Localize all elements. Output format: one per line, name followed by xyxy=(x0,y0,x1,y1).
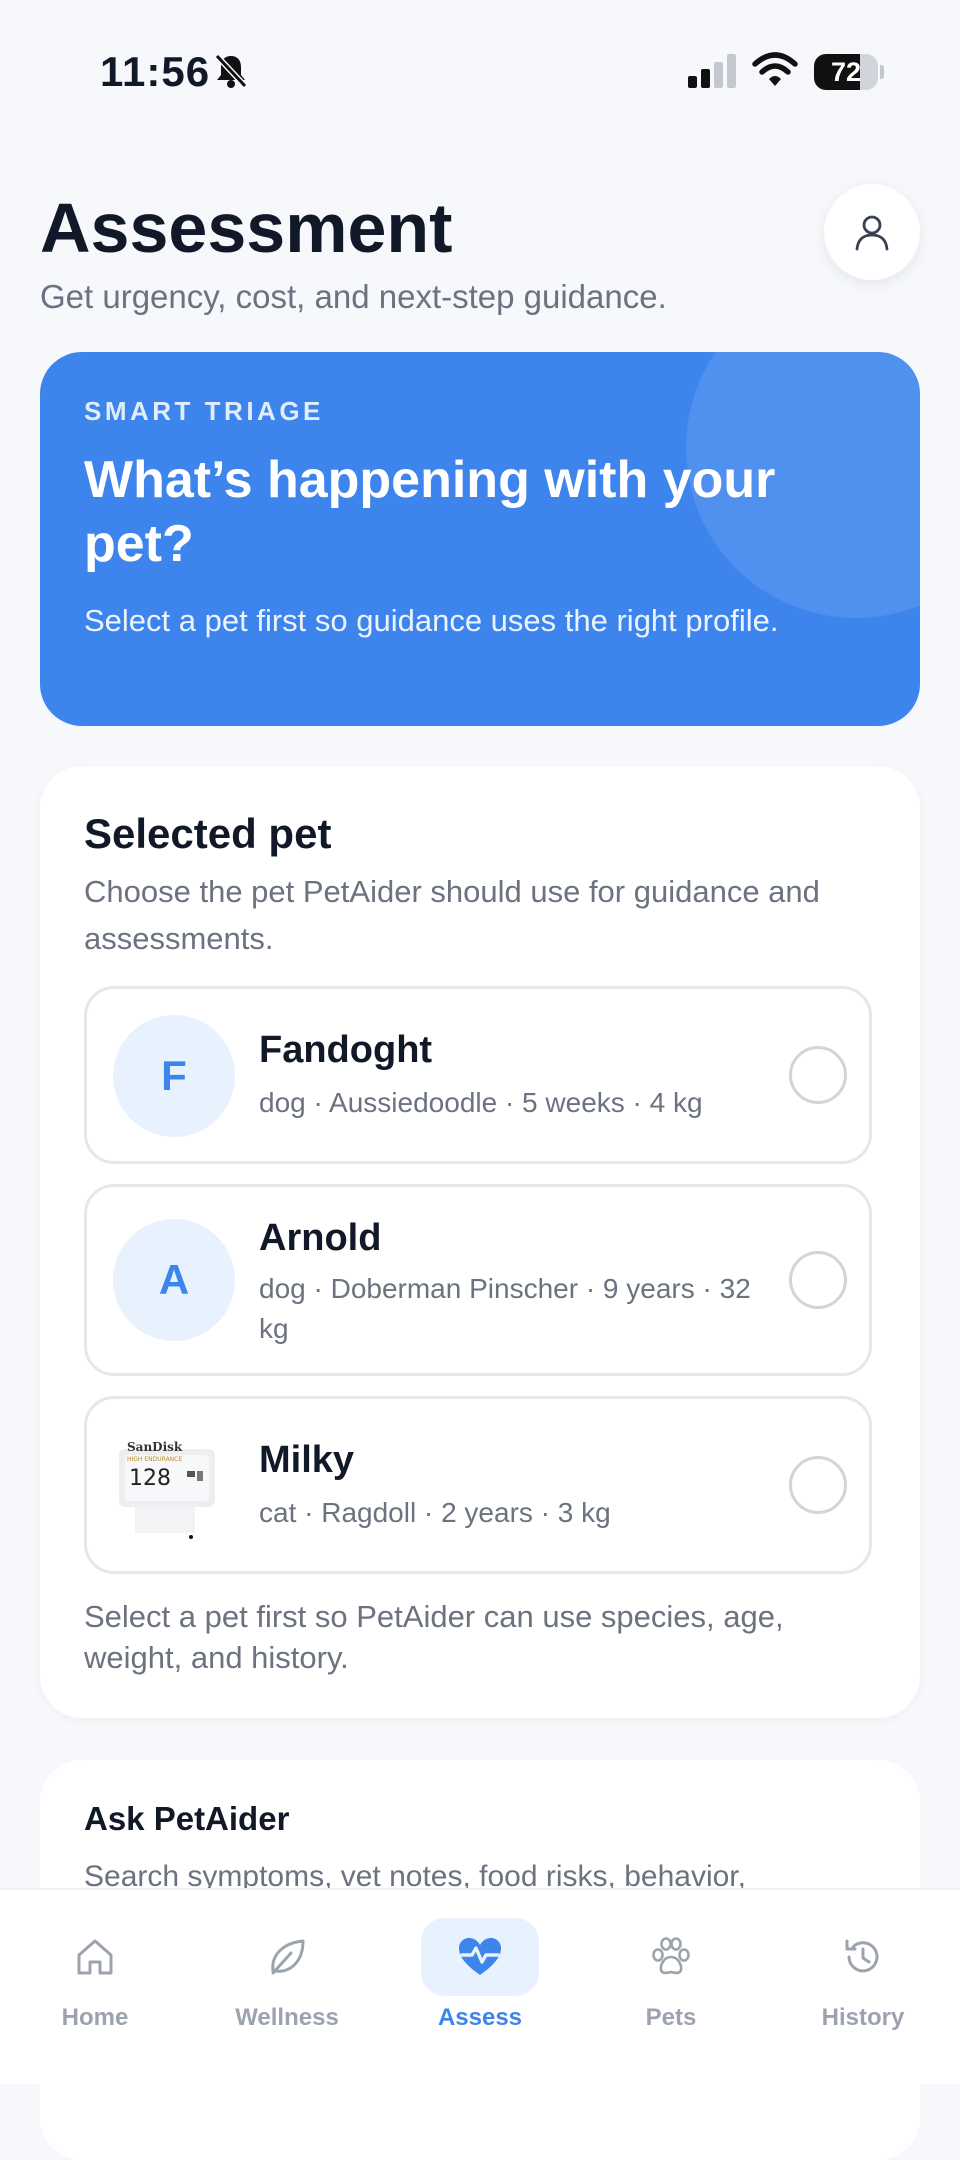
tab-label: Pets xyxy=(645,2004,697,2031)
pet-radio[interactable] xyxy=(789,1046,847,1104)
tab-history[interactable]: History xyxy=(783,1918,943,2032)
profile-button[interactable] xyxy=(824,184,920,280)
status-bar: 11:56 72 xyxy=(0,0,960,140)
battery-level: 72 xyxy=(830,57,862,87)
pet-avatar: F xyxy=(113,1015,235,1137)
pet-name: Fandoght xyxy=(259,1029,433,1071)
pet-meta: dog · Doberman Pinscher · 9 years · 32 k… xyxy=(259,1273,751,1344)
pet-name: Milky xyxy=(259,1439,355,1481)
bottom-tab-bar: Home Wellness Assess Pets History xyxy=(0,1888,960,2084)
battery-indicator: 72 xyxy=(814,54,878,90)
ask-title: Ask PetAider xyxy=(84,1800,290,1837)
selected-pet-hint: Select a pet first so PetAider can use s… xyxy=(84,1599,784,1675)
pet-option-fandoght[interactable]: F Fandoght dog · Aussiedoodle · 5 weeks … xyxy=(84,986,872,1164)
page-subtitle: Get urgency, cost, and next-step guidanc… xyxy=(40,278,667,315)
signal-icon xyxy=(688,54,736,88)
leaf-icon xyxy=(271,1939,305,1975)
tab-label: History xyxy=(821,2004,905,2031)
svg-text:SanDisk: SanDisk xyxy=(127,1440,183,1454)
status-time: 11:56 xyxy=(100,48,211,95)
pet-radio[interactable] xyxy=(789,1456,847,1514)
pet-name: Arnold xyxy=(259,1217,382,1259)
page-title: Assessment xyxy=(40,189,453,267)
selected-pet-description: Choose the pet PetAider should use for g… xyxy=(84,874,820,956)
banner-title: What’s happening with your pet? xyxy=(84,451,776,573)
pet-radio[interactable] xyxy=(789,1251,847,1309)
pet-option-arnold[interactable]: A Arnold dog · Doberman Pinscher · 9 yea… xyxy=(84,1184,872,1376)
tab-assess[interactable]: Assess xyxy=(400,1918,560,2032)
smart-triage-banner: SMART TRIAGE What’s happening with your … xyxy=(40,352,920,726)
bell-muted-icon xyxy=(214,53,248,89)
tab-pets[interactable]: Pets xyxy=(591,1918,751,2032)
tab-label: Assess xyxy=(437,2004,523,2031)
tab-label: Home xyxy=(61,2004,129,2031)
heart-pulse-icon xyxy=(459,1938,501,1975)
pet-option-milky[interactable]: SanDisk HIGH ENDURANCE 128 Milky cat · R… xyxy=(84,1396,872,1574)
history-icon xyxy=(845,1939,879,1973)
pet-photo: SanDisk HIGH ENDURANCE 128 xyxy=(119,1440,215,1539)
selected-pet-card: Selected pet Choose the pet PetAider sho… xyxy=(40,766,920,1718)
tab-home[interactable]: Home xyxy=(15,1918,175,2032)
wifi-icon xyxy=(752,52,798,86)
pet-meta: cat · Ragdoll · 2 years · 3 kg xyxy=(259,1497,611,1528)
svg-text:HIGH ENDURANCE: HIGH ENDURANCE xyxy=(127,1456,182,1463)
paw-icon xyxy=(652,1937,690,1975)
user-icon xyxy=(855,215,889,251)
banner-subtitle: Select a pet first so guidance uses the … xyxy=(84,603,779,638)
home-icon xyxy=(77,1939,113,1975)
pet-avatar: A xyxy=(113,1219,235,1341)
tab-label: Wellness xyxy=(235,2004,339,2031)
tab-wellness[interactable]: Wellness xyxy=(207,1918,367,2032)
pet-meta: dog · Aussiedoodle · 5 weeks · 4 kg xyxy=(259,1087,703,1118)
selected-pet-title: Selected pet xyxy=(84,810,332,857)
battery-tip xyxy=(880,65,884,79)
svg-text:128: 128 xyxy=(129,1466,171,1491)
banner-eyebrow: SMART TRIAGE xyxy=(84,396,324,426)
